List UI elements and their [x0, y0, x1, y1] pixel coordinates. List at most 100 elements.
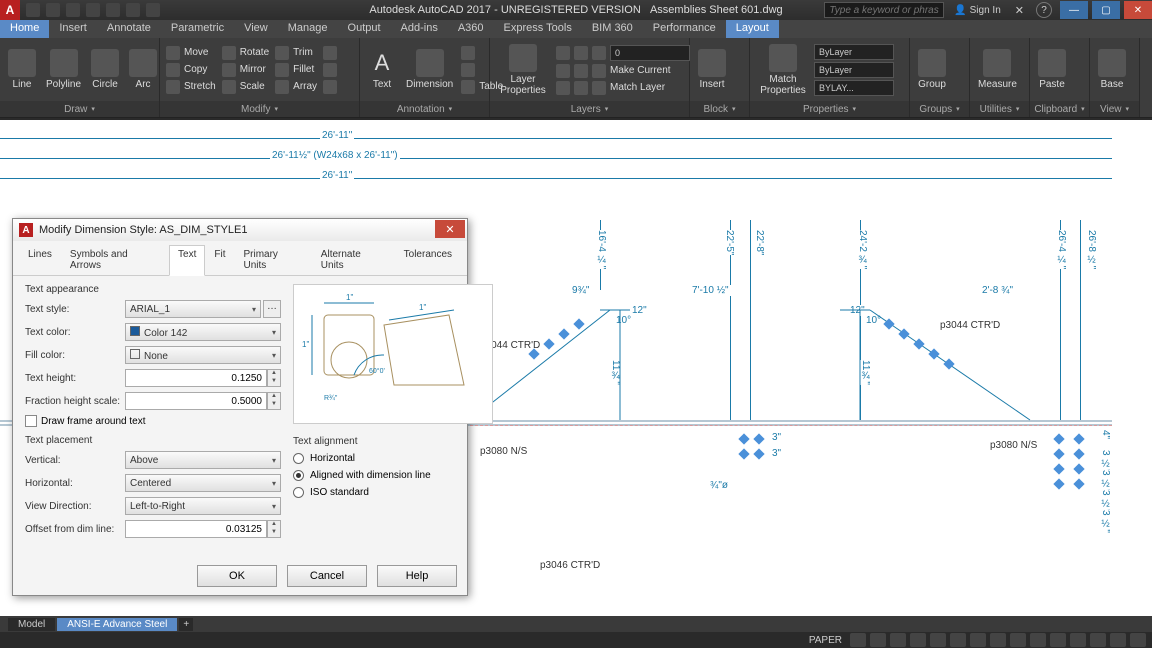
tab-addins[interactable]: Add-ins: [391, 20, 448, 38]
qat-icon[interactable]: [146, 3, 160, 17]
grip-icon[interactable]: [1073, 463, 1084, 474]
spinner[interactable]: ▲▼: [267, 392, 281, 410]
help-button[interactable]: Help: [377, 565, 457, 587]
qat-icon[interactable]: [26, 3, 40, 17]
close-button[interactable]: ✕: [1124, 1, 1152, 19]
panel-groups[interactable]: Groups: [910, 101, 969, 117]
draw-frame-checkbox[interactable]: Draw frame around text: [25, 415, 281, 427]
grip-icon[interactable]: [738, 448, 749, 459]
status-icon[interactable]: [870, 633, 886, 647]
tab-view[interactable]: View: [234, 20, 278, 38]
close-button[interactable]: ✕: [435, 220, 465, 238]
circle-button[interactable]: Circle: [87, 49, 123, 90]
qat-icon[interactable]: [106, 3, 120, 17]
fill-color-select[interactable]: None: [125, 346, 281, 364]
base-button[interactable]: Base: [1094, 49, 1130, 90]
cancel-button[interactable]: Cancel: [287, 565, 367, 587]
tab-parametric[interactable]: Parametric: [161, 20, 234, 38]
lineweight-dropdown[interactable]: ByLayer: [814, 62, 894, 78]
dtab-symbols[interactable]: Symbols and Arrows: [61, 245, 169, 275]
modify-icon[interactable]: [321, 62, 339, 78]
panel-view[interactable]: View: [1090, 101, 1139, 117]
tab-a360[interactable]: A360: [448, 20, 494, 38]
modify-icon[interactable]: [321, 45, 339, 61]
panel-utilities[interactable]: Utilities: [970, 101, 1029, 117]
text-height-input[interactable]: [125, 369, 267, 387]
dimension-button[interactable]: Dimension: [402, 49, 457, 90]
maximize-button[interactable]: ▢: [1092, 1, 1120, 19]
text-color-select[interactable]: Color 142: [125, 323, 281, 341]
signin-link[interactable]: 👤 Sign In: [948, 5, 1006, 16]
tab-bim360[interactable]: BIM 360: [582, 20, 643, 38]
fillet-button[interactable]: Fillet: [273, 62, 319, 78]
rotate-button[interactable]: Rotate: [220, 45, 271, 61]
measure-button[interactable]: Measure: [974, 49, 1021, 90]
array-button[interactable]: Array: [273, 79, 319, 95]
panel-block[interactable]: Block: [690, 101, 749, 117]
layer-icon[interactable]: [556, 46, 570, 60]
qat-icon[interactable]: [46, 3, 60, 17]
status-icon[interactable]: [890, 633, 906, 647]
paper-toggle[interactable]: PAPER: [805, 635, 846, 646]
spinner[interactable]: ▲▼: [267, 369, 281, 387]
color-dropdown[interactable]: ByLayer: [814, 44, 894, 60]
layout-tab-active[interactable]: ANSI-E Advance Steel: [57, 618, 177, 631]
viewdir-select[interactable]: Left-to-Right: [125, 497, 281, 515]
stretch-button[interactable]: Stretch: [164, 79, 218, 95]
arc-button[interactable]: Arc: [125, 49, 161, 90]
status-icon[interactable]: [1050, 633, 1066, 647]
qat-icon[interactable]: [86, 3, 100, 17]
tab-home[interactable]: Home: [0, 20, 49, 38]
grip-icon[interactable]: [1053, 448, 1064, 459]
dtab-text[interactable]: Text: [169, 245, 205, 276]
help-icon[interactable]: ?: [1036, 2, 1052, 18]
text-style-select[interactable]: ARIAL_1: [125, 300, 261, 318]
frac-scale-input[interactable]: [125, 392, 267, 410]
layerprops-button[interactable]: Layer Properties: [494, 44, 552, 96]
move-button[interactable]: Move: [164, 45, 218, 61]
dtab-primary[interactable]: Primary Units: [234, 245, 311, 275]
layer-icon[interactable]: [574, 46, 588, 60]
layer-icon[interactable]: [592, 46, 606, 60]
panel-draw[interactable]: Draw: [0, 101, 159, 117]
grip-icon[interactable]: [1053, 478, 1064, 489]
status-icon[interactable]: [990, 633, 1006, 647]
tab-insert[interactable]: Insert: [49, 20, 97, 38]
exchange-icon[interactable]: ✕: [1011, 4, 1028, 17]
layer-dropdown[interactable]: 0: [610, 45, 690, 61]
copy-button[interactable]: Copy: [164, 62, 218, 78]
polyline-button[interactable]: Polyline: [42, 49, 85, 90]
tab-layout[interactable]: Layout: [726, 20, 779, 38]
qat-icon[interactable]: [126, 3, 140, 17]
vertical-select[interactable]: Above: [125, 451, 281, 469]
offset-input[interactable]: [125, 520, 267, 538]
grip-icon[interactable]: [1073, 478, 1084, 489]
ok-button[interactable]: OK: [197, 565, 277, 587]
trim-button[interactable]: Trim: [273, 45, 319, 61]
panel-layers[interactable]: Layers: [490, 101, 689, 117]
matchprops-button[interactable]: Match Properties: [754, 44, 812, 96]
dtab-lines[interactable]: Lines: [19, 245, 61, 275]
model-tab[interactable]: Model: [8, 618, 55, 631]
status-icon[interactable]: [1110, 633, 1126, 647]
add-layout-button[interactable]: +: [179, 618, 193, 631]
dtab-tolerances[interactable]: Tolerances: [395, 245, 461, 275]
panel-annotation[interactable]: Annotation: [360, 101, 489, 117]
status-icon[interactable]: [1090, 633, 1106, 647]
tab-express[interactable]: Express Tools: [494, 20, 582, 38]
align-horizontal-radio[interactable]: Horizontal: [293, 453, 493, 464]
status-icon[interactable]: [1010, 633, 1026, 647]
modify-icon[interactable]: [321, 79, 339, 95]
status-icon[interactable]: [1070, 633, 1086, 647]
grip-icon[interactable]: [1073, 448, 1084, 459]
status-icon[interactable]: [970, 633, 986, 647]
spinner[interactable]: ▲▼: [267, 520, 281, 538]
style-browse-button[interactable]: …: [263, 300, 281, 318]
status-icon[interactable]: [1130, 633, 1146, 647]
makecurrent-button[interactable]: Make Current: [554, 63, 692, 79]
status-icon[interactable]: [910, 633, 926, 647]
dialog-titlebar[interactable]: A Modify Dimension Style: AS_DIM_STYLE1 …: [13, 219, 467, 241]
text-button[interactable]: AText: [364, 49, 400, 90]
panel-properties[interactable]: Properties: [750, 101, 909, 117]
horizontal-select[interactable]: Centered: [125, 474, 281, 492]
